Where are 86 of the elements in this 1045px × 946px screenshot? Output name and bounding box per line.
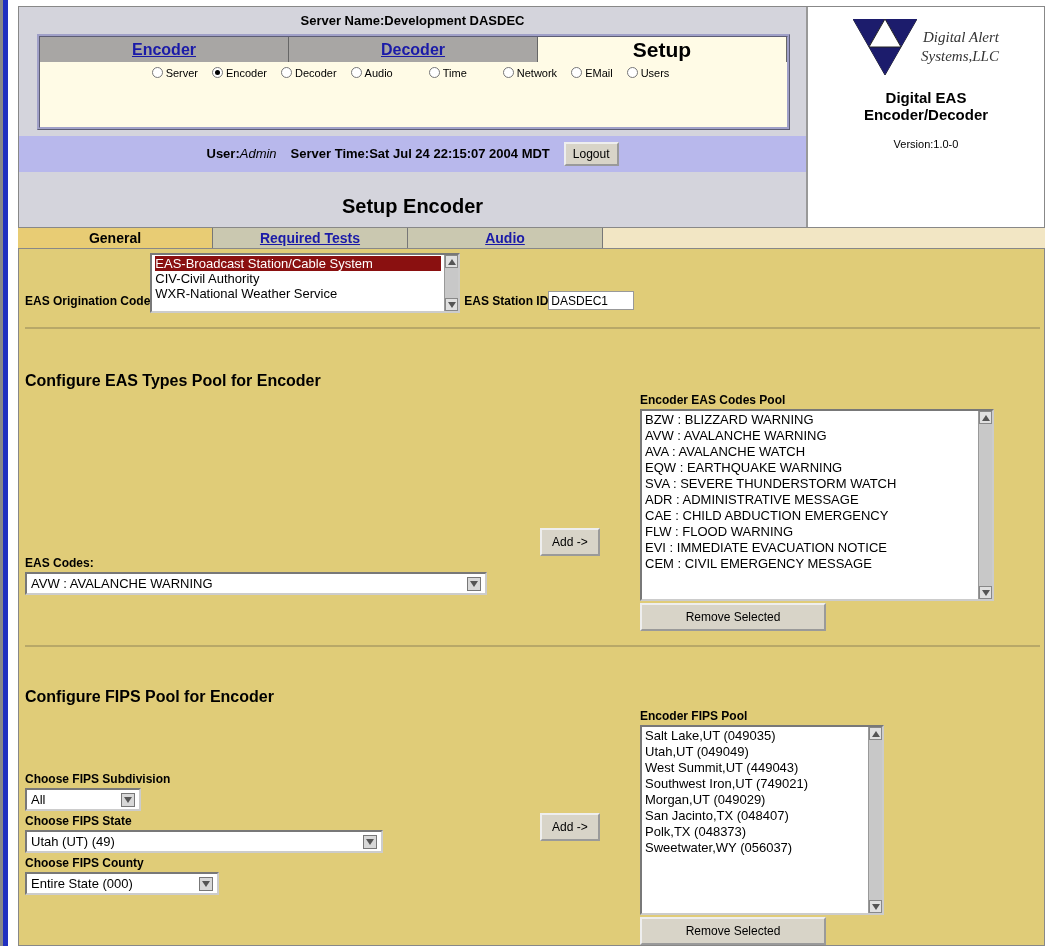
station-id-field[interactable]: DASDEC1: [548, 291, 635, 310]
list-item[interactable]: Utah,UT (049049): [645, 744, 865, 760]
radio-button[interactable]: [151, 67, 163, 79]
listbox[interactable]: [640, 409, 994, 601]
dropdown[interactable]: AVW : AVALANCHE WARNING: [25, 572, 487, 595]
field-label: Choose FIPS County: [25, 855, 145, 872]
list-item[interactable]: BZW : BLIZZARD WARNING: [645, 412, 975, 428]
list-item[interactable]: West Summit,UT (449043): [645, 760, 865, 776]
list-item[interactable]: EQW : EARTHQUAKE WARNING: [645, 460, 975, 476]
version-text: Version:1.0-0: [893, 136, 959, 152]
list-item[interactable]: EVI : IMMEDIATE EVACUATION NOTICE: [645, 540, 975, 556]
radio-label: Audio: [364, 65, 393, 81]
page-title: Setup Encoder: [340, 194, 485, 219]
list-item[interactable]: Morgan,UT (049029): [645, 792, 865, 808]
field-label: EAS Codes:: [25, 555, 95, 572]
scroll-down-icon: [981, 589, 990, 596]
list-item[interactable]: San Jacinto,TX (048407): [645, 808, 865, 824]
scrollbar[interactable]: [868, 727, 882, 913]
listbox[interactable]: EAS-Broadcast Station/Cable System CIV-Civil Authority WXR-National Weather Service: [150, 253, 461, 313]
list-item[interactable]: Southwest Iron,UT (749021): [645, 776, 865, 792]
field-label: Choose FIPS State: [25, 813, 133, 830]
radio-button[interactable]: [502, 67, 514, 79]
scroll-down-icon: [447, 301, 456, 308]
radio-button[interactable]: [626, 67, 638, 79]
user-label: User:Admin: [206, 144, 277, 163]
list-item[interactable]: EAS-Broadcast Station/Cable System: [155, 256, 442, 271]
logout-button[interactable]: Logout: [563, 141, 619, 166]
radio-label: Encoder: [226, 65, 267, 81]
scroll-up-icon: [447, 258, 456, 265]
radio-label: Users: [640, 65, 670, 81]
list-item[interactable]: Sweetwater,WY (056037): [645, 840, 865, 856]
list-item[interactable]: Polk,TX (048373): [645, 824, 865, 840]
triangle-logo-icon: [853, 19, 918, 75]
radio-button[interactable]: [281, 67, 292, 79]
tab[interactable]: General: [18, 228, 213, 248]
radio-button[interactable]: [571, 67, 583, 79]
nav-tab[interactable]: Decoder: [289, 36, 538, 62]
list-item[interactable]: Salt Lake,UT (049035): [645, 728, 865, 744]
dropdown-arrow-icon: [202, 880, 210, 887]
dropdown[interactable]: Entire State (000): [25, 872, 219, 895]
product-name: Digital EAS Encoder/Decoder: [863, 89, 989, 124]
list-item[interactable]: CAE : CHILD ABDUCTION EMERGENCY: [645, 508, 975, 524]
radio-label: Decoder: [295, 65, 337, 81]
scroll-up-icon: [981, 414, 990, 421]
dropdown[interactable]: Utah (UT) (49): [25, 830, 383, 853]
server-time: Server Time:Sat Jul 24 22:15:07 2004 MDT: [290, 144, 550, 163]
list-item[interactable]: ADR : ADMINISTRATIVE MESSAGE: [645, 492, 975, 508]
dropdown-arrow-icon: [470, 580, 478, 587]
radio-label: Time: [442, 65, 467, 81]
nav-tab[interactable]: Encoder: [40, 36, 289, 62]
list-item[interactable]: CEM : CIVIL EMERGENCY MESSAGE: [645, 556, 975, 572]
field-label: EAS Station ID: [464, 293, 549, 310]
list-item[interactable]: AVA : AVALANCHE WATCH: [645, 444, 975, 460]
list-item[interactable]: FLW : FLOOD WARNING: [645, 524, 975, 540]
field-label: Encoder FIPS Pool: [640, 708, 749, 725]
field-label: EAS Origination Code: [25, 293, 151, 310]
radio-button[interactable]: [350, 67, 362, 79]
tab[interactable]: Required Tests: [213, 228, 408, 248]
list-item[interactable]: CIV-Civil Authority: [155, 271, 442, 286]
tab[interactable]: Audio: [408, 228, 603, 248]
listbox[interactable]: Salt Lake,UT (049035) Utah,UT (049049) West Summit,UT (449043) Southwest Iron,UT (749021) Morgan,UT (049029) San Jacinto,TX (048407) Polk,TX (048373) Sweetwater,WY (056037): [640, 725, 884, 915]
field-label: Encoder EAS Codes Pool: [640, 392, 787, 409]
list-item[interactable]: WXR-National Weather Service: [155, 286, 442, 301]
dropdown-arrow-icon: [366, 838, 374, 845]
dropdown-arrow-icon: [124, 796, 132, 803]
radio-label: Server: [165, 65, 199, 81]
section-title: Configure FIPS Pool for Encoder: [25, 687, 275, 707]
section-title: Configure EAS Types Pool for Encoder: [25, 371, 322, 391]
scroll-up-icon: [871, 730, 880, 737]
remove-button[interactable]: Remove Selected: [640, 917, 826, 945]
radio-label: EMail: [585, 65, 613, 81]
server-name: Server Name:Development DASDEC: [299, 12, 526, 30]
add-button[interactable]: Add ->: [540, 813, 600, 841]
radio-label: Network: [516, 65, 558, 81]
company-name: Digital Alert Systems,LLC: [921, 28, 999, 66]
scrollbar[interactable]: [444, 255, 459, 311]
add-button[interactable]: Add ->: [540, 528, 600, 556]
remove-button[interactable]: Remove Selected: [640, 603, 826, 631]
dropdown[interactable]: All: [25, 788, 141, 811]
list-item[interactable]: AVW : AVALANCHE WARNING: [645, 428, 975, 444]
radio-button[interactable]: [428, 67, 440, 79]
list-item[interactable]: SVA : SEVERE THUNDERSTORM WATCH: [645, 476, 975, 492]
radio-button[interactable]: [212, 67, 224, 79]
scroll-down-icon: [871, 903, 880, 910]
scrollbar[interactable]: [978, 411, 992, 599]
field-label: Choose FIPS Subdivision: [25, 771, 172, 788]
